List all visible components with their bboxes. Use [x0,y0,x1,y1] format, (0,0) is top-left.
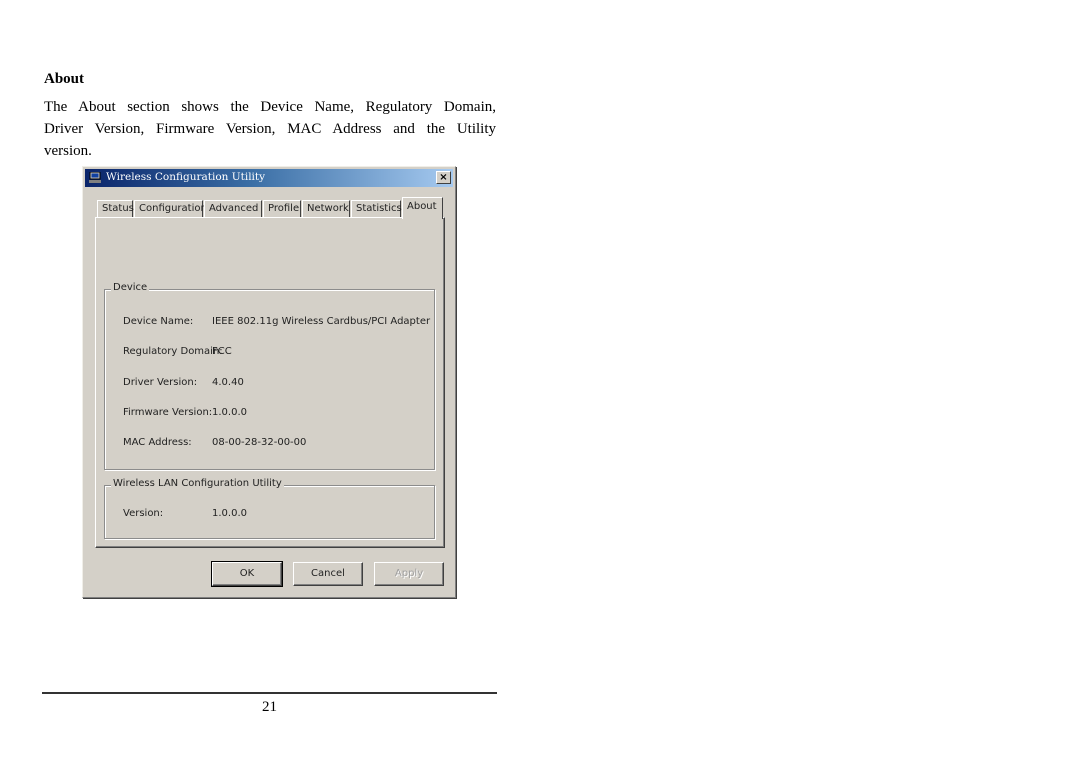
device-group: Device Device Name: IEEE 802.11g Wireles… [104,282,435,470]
ok-button[interactable]: OK [211,561,283,587]
about-tab-panel: Device Device Name: IEEE 802.11g Wireles… [95,217,445,548]
utility-version-label: Version: [123,508,164,519]
firmware-version-label: Firmware Version: [123,407,213,418]
regulatory-domain-value: FCC [212,346,232,357]
driver-version-label: Driver Version: [123,377,198,388]
regulatory-domain-label: Regulatory Domain: [123,346,223,357]
tab-statistics[interactable]: Statistics [351,200,402,217]
tab-advanced[interactable]: Advanced [204,200,262,217]
tab-about[interactable]: About [402,197,443,219]
description-line: version. [44,143,92,159]
tab-configuration[interactable]: Configuration [134,200,207,217]
close-icon: × [439,172,448,183]
network-adapter-icon [89,172,101,183]
section-heading: About [44,71,85,87]
page-number: 21 [262,699,277,715]
device-group-title: Device [111,282,150,293]
description-line: Driver Version, Firmware Version, MAC Ad… [44,121,496,137]
driver-version-value: 4.0.40 [212,377,244,388]
cancel-button[interactable]: Cancel [293,562,363,586]
description-line: The About section shows the Device Name,… [44,99,496,115]
footer-divider [42,692,497,694]
mac-address-label: MAC Address: [123,437,192,448]
device-name-label: Device Name: [123,316,194,327]
firmware-version-value: 1.0.0.0 [212,407,247,418]
tab-profile[interactable]: Profile [263,200,301,217]
section-description: The About section shows the Device Name,… [44,96,496,162]
title-bar[interactable]: Wireless Configuration Utility × [85,169,453,187]
tab-status[interactable]: Status [97,200,134,217]
utility-group-title: Wireless LAN Configuration Utility [111,478,284,489]
window-title: Wireless Configuration Utility [106,171,266,183]
apply-button[interactable]: Apply [374,562,444,586]
utility-group: Wireless LAN Configuration Utility Versi… [104,478,435,539]
device-name-value: IEEE 802.11g Wireless Cardbus/PCI Adapte… [212,316,431,327]
wireless-config-window: Wireless Configuration Utility × Status … [82,166,456,598]
tab-network[interactable]: Network [302,200,350,217]
utility-version-value: 1.0.0.0 [212,508,247,519]
close-button[interactable]: × [436,171,451,184]
mac-address-value: 08-00-28-32-00-00 [212,437,307,448]
